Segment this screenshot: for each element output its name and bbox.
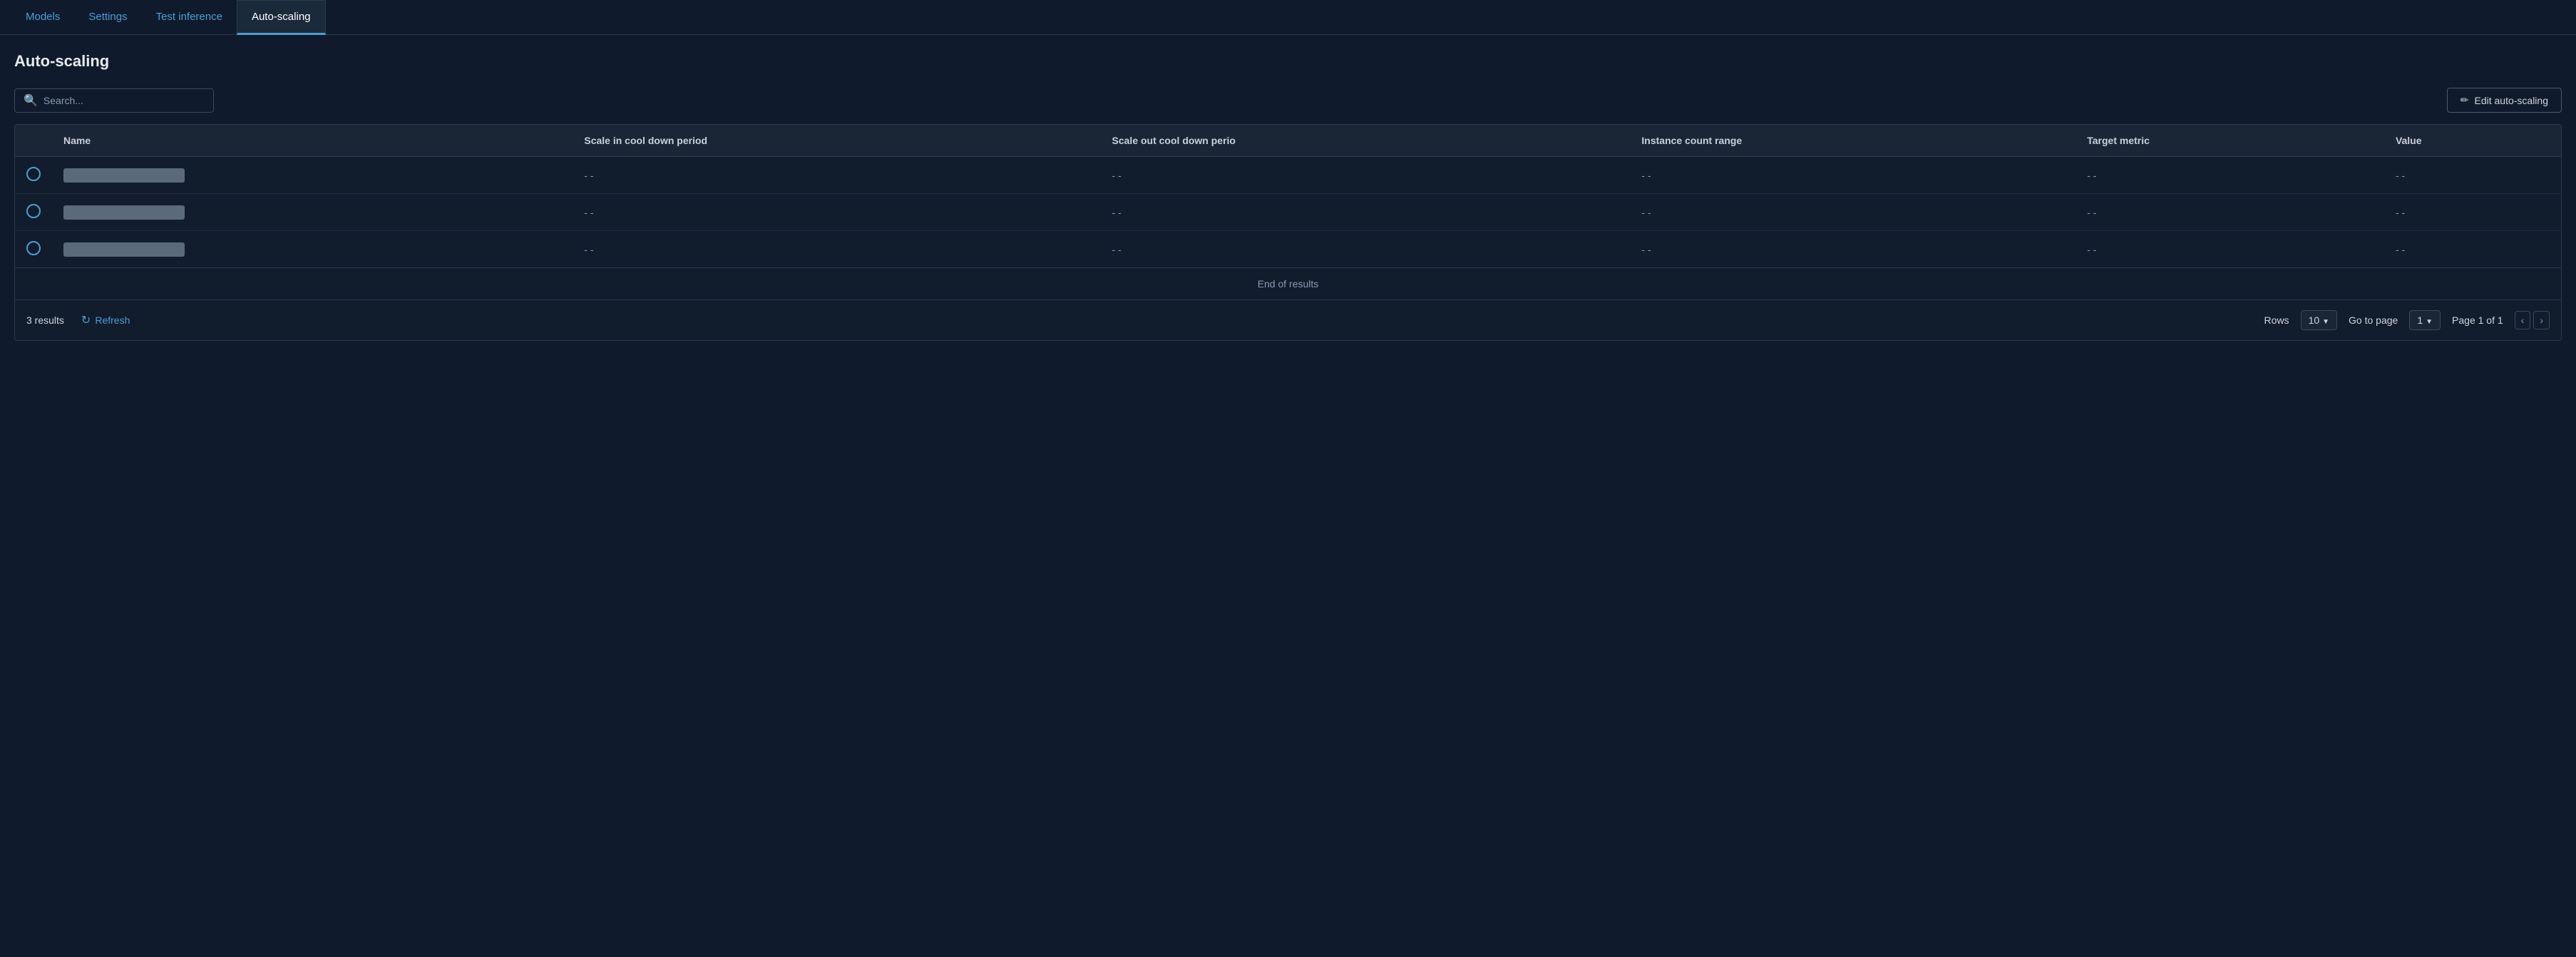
footer-left: 3 results Refresh: [26, 313, 130, 327]
tab-settings[interactable]: Settings: [74, 1, 141, 35]
next-page-button[interactable]: ›: [2533, 311, 2550, 329]
search-icon: 🔍: [24, 93, 38, 108]
results-count: 3 results: [26, 314, 64, 326]
search-input[interactable]: [43, 95, 205, 106]
footer-right: Rows 10 Go to page 1 Page 1 of 1 ‹ ›: [2264, 310, 2550, 330]
table-row: - - - - - - - - - -: [15, 194, 2561, 231]
row-2-scale-out: - -: [1101, 194, 1631, 231]
radio-button[interactable]: [26, 241, 41, 255]
row-1-scale-in: - -: [573, 157, 1100, 194]
row-1-scale-out: - -: [1101, 157, 1631, 194]
pagination-nav: ‹ ›: [2515, 311, 2550, 329]
col-scale-in: Scale in cool down period: [573, 125, 1100, 157]
row-2-scale-in: - -: [573, 194, 1100, 231]
table-row: - - - - - - - - - -: [15, 157, 2561, 194]
col-scale-out: Scale out cool down perio: [1101, 125, 1631, 157]
go-to-page-label: Go to page: [2349, 314, 2398, 326]
name-placeholder: [63, 168, 185, 183]
col-select: [15, 125, 52, 157]
end-of-results: End of results: [15, 267, 2561, 300]
auto-scaling-table: Name Scale in cool down period Scale out…: [14, 124, 2562, 341]
tab-auto-scaling[interactable]: Auto-scaling: [237, 0, 326, 35]
tab-bar: Models Settings Test inference Auto-scal…: [0, 0, 2576, 35]
search-container[interactable]: 🔍: [14, 88, 214, 113]
row-2-select[interactable]: [15, 194, 52, 231]
refresh-icon: [81, 313, 91, 327]
row-3-instance-count: - -: [1630, 231, 2075, 268]
table-footer: 3 results Refresh Rows 10 Go to page 1 P…: [15, 300, 2561, 340]
page-info: Page 1 of 1: [2452, 314, 2503, 326]
toolbar: 🔍 Edit auto-scaling: [14, 88, 2562, 113]
prev-page-button[interactable]: ‹: [2515, 311, 2531, 329]
row-2-target-metric: - -: [2075, 194, 2384, 231]
name-placeholder: [63, 242, 185, 257]
col-target-metric: Target metric: [2075, 125, 2384, 157]
page-content: Auto-scaling 🔍 Edit auto-scaling Name Sc…: [0, 35, 2576, 358]
row-3-scale-out: - -: [1101, 231, 1631, 268]
rows-label: Rows: [2264, 314, 2289, 326]
radio-button[interactable]: [26, 204, 41, 218]
radio-button[interactable]: [26, 167, 41, 181]
page-select[interactable]: 1: [2409, 310, 2441, 330]
table-row: - - - - - - - - - -: [15, 231, 2561, 268]
row-3-name: [52, 231, 573, 268]
chevron-down-icon: [2322, 314, 2329, 326]
name-placeholder: [63, 205, 185, 220]
edit-auto-scaling-button[interactable]: Edit auto-scaling: [2447, 88, 2562, 113]
row-3-value: - -: [2384, 231, 2561, 268]
col-instance-count: Instance count range: [1630, 125, 2075, 157]
page-title: Auto-scaling: [14, 52, 2562, 71]
edit-icon: [2460, 94, 2469, 106]
rows-select[interactable]: 10: [2301, 310, 2337, 330]
table-header-row: Name Scale in cool down period Scale out…: [15, 125, 2561, 157]
col-value: Value: [2384, 125, 2561, 157]
col-name: Name: [52, 125, 573, 157]
row-1-value: - -: [2384, 157, 2561, 194]
row-2-name: [52, 194, 573, 231]
row-1-instance-count: - -: [1630, 157, 2075, 194]
tab-models[interactable]: Models: [11, 1, 74, 35]
row-2-instance-count: - -: [1630, 194, 2075, 231]
row-3-scale-in: - -: [573, 231, 1100, 268]
row-3-select[interactable]: [15, 231, 52, 268]
row-2-value: - -: [2384, 194, 2561, 231]
chevron-down-icon: [2426, 314, 2433, 326]
row-1-target-metric: - -: [2075, 157, 2384, 194]
row-1-select[interactable]: [15, 157, 52, 194]
row-3-target-metric: - -: [2075, 231, 2384, 268]
refresh-button[interactable]: Refresh: [81, 313, 130, 327]
row-1-name: [52, 157, 573, 194]
tab-test-inference[interactable]: Test inference: [142, 1, 237, 35]
